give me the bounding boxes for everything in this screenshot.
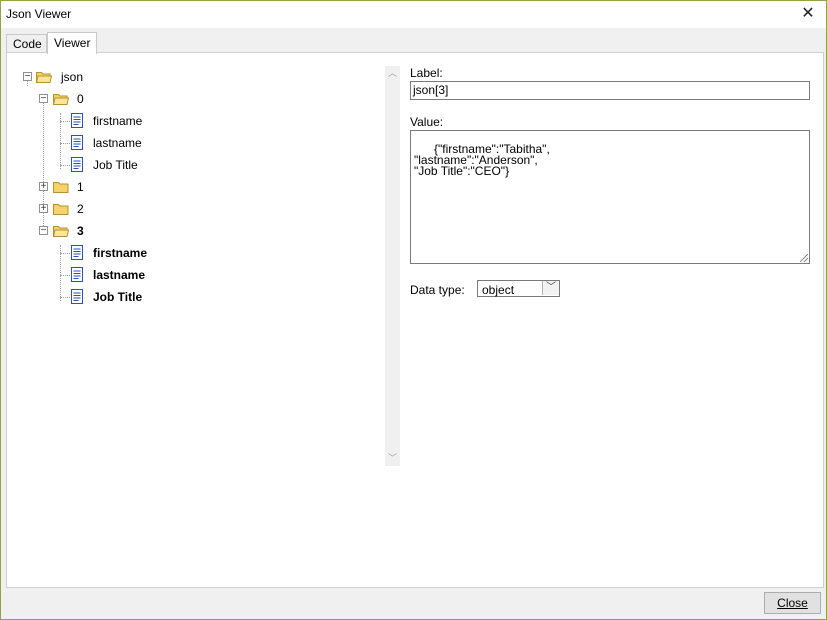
tree-node-label: Job Title [93,290,143,304]
tab-code[interactable]: Code [6,34,47,53]
tree-node-3-lastname[interactable]: lastname [7,265,385,285]
datatype-value: object [482,283,515,297]
document-icon [71,135,83,150]
label-caption: Label: [410,66,443,80]
tree-node-label: firstname [93,114,143,128]
close-button-label: Close [777,596,808,610]
tree-node-0-job-title[interactable]: Job Title [7,155,385,175]
window-title: Json Viewer [6,7,72,21]
label-field[interactable]: json[3] [410,81,810,100]
chevron-down-icon[interactable]: ﹀ [542,281,559,295]
tree-node-1[interactable]: + 1 [7,177,385,197]
document-icon [71,267,83,282]
tree-node-0-lastname[interactable]: lastname [7,133,385,153]
tree-node-3[interactable]: − 3 [7,221,385,241]
tree-node-label: Job Title [93,158,138,172]
value-caption: Value: [410,115,444,129]
document-icon [71,245,83,260]
datatype-caption: Data type: [410,283,465,297]
collapse-icon[interactable]: − [39,226,48,236]
scroll-down-icon[interactable]: ﹀ [385,451,400,466]
title-bar[interactable]: Json Viewer ✕ [1,1,826,28]
folder-icon [53,204,69,215]
folder-icon [53,182,69,193]
resize-grip-icon[interactable] [800,254,808,262]
folder-open-icon [53,226,69,237]
json-viewer-window: Json Viewer ✕ Code Viewer − json − 0 fir… [0,0,827,620]
tree-node-3-firstname[interactable]: firstname [7,243,385,263]
close-window-icon[interactable]: ✕ [796,3,820,25]
expand-icon[interactable]: + [39,182,48,192]
tree-node-2[interactable]: + 2 [7,199,385,219]
value-text: {"firstname":"Tabitha", "lastname":"Ande… [414,142,550,178]
tree-node-label: json [61,70,84,84]
folder-open-icon [36,72,52,83]
tree-node-root[interactable]: − json [7,67,385,87]
scroll-up-icon[interactable]: ︿ [385,66,400,81]
json-tree[interactable]: − json − 0 firstname lastname Job Title … [7,53,385,473]
datatype-select[interactable]: object ﹀ [477,280,560,297]
tree-node-label: firstname [93,246,148,260]
tree-node-label: lastname [93,268,146,282]
tree-node-0-firstname[interactable]: firstname [7,111,385,131]
tree-vertical-scrollbar[interactable]: ︿ ﹀ [385,66,400,466]
tree-node-label: 3 [77,224,84,238]
viewer-panel: − json − 0 firstname lastname Job Title … [6,52,824,588]
tree-node-label: 2 [77,202,84,216]
close-button[interactable]: Close [764,592,821,614]
tab-viewer[interactable]: Viewer [47,32,97,54]
document-icon [71,113,83,128]
tree-node-label: 0 [77,92,84,106]
document-icon [71,289,83,304]
folder-open-icon [53,94,69,105]
tree-node-3-job-title[interactable]: Job Title [7,287,385,307]
tree-node-label: lastname [93,136,142,150]
tree-node-0[interactable]: − 0 [7,89,385,109]
document-icon [71,157,83,172]
tree-node-label: 1 [77,180,84,194]
expand-icon[interactable]: + [39,204,48,214]
collapse-icon[interactable]: − [23,72,32,82]
value-textarea[interactable]: {"firstname":"Tabitha", "lastname":"Ande… [410,130,810,264]
collapse-icon[interactable]: − [39,94,48,104]
